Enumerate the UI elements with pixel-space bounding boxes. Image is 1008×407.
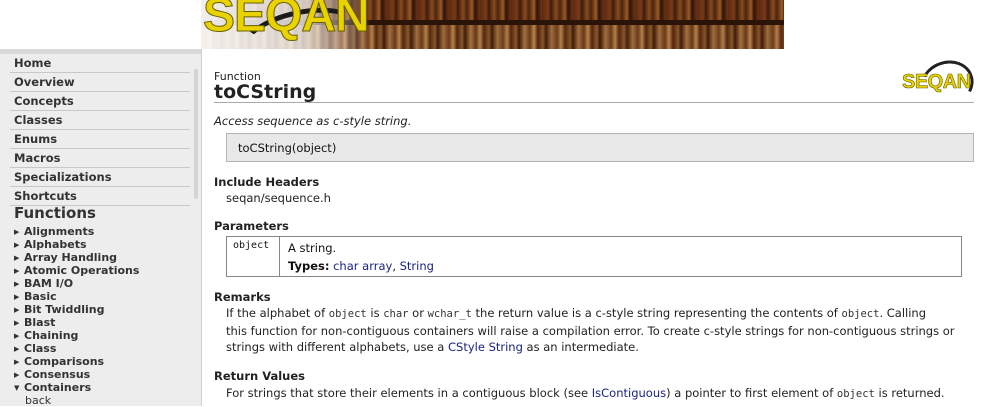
function-link-label: back bbox=[25, 394, 52, 407]
remarks-line: strings with different alphabets, use a … bbox=[226, 339, 966, 356]
include-header-value: seqan/sequence.h bbox=[226, 191, 331, 205]
function-group-item[interactable]: ▶ Atomic Operations bbox=[14, 264, 194, 277]
function-group-label: Chaining bbox=[24, 329, 79, 342]
function-group-label: Array Handling bbox=[24, 251, 118, 264]
functions-heading: Functions bbox=[14, 204, 96, 222]
remarks-heading: Remarks bbox=[214, 290, 271, 304]
include-headers-heading: Include Headers bbox=[214, 175, 320, 189]
sidebar-item-concepts[interactable]: Concepts bbox=[10, 92, 190, 111]
text-run: as an intermediate. bbox=[522, 340, 639, 354]
collapse-triangle-icon[interactable]: ▼ bbox=[14, 382, 24, 395]
sidebar-nav: Home Overview Concepts Classes Enums Mac… bbox=[10, 54, 190, 206]
sidebar-item-specializations[interactable]: Specializations bbox=[10, 168, 190, 187]
seqan-small-logo-text: SEQAN bbox=[902, 71, 972, 94]
function-group-label: Bit Twiddling bbox=[24, 303, 105, 316]
type-link-char-array[interactable]: char array bbox=[333, 259, 392, 273]
sidebar-scrollbar[interactable] bbox=[194, 69, 198, 199]
function-group-label: Class bbox=[24, 342, 57, 355]
iscontiguous-link[interactable]: IsContiguous bbox=[592, 386, 666, 400]
function-group-item[interactable]: ▶ Chaining bbox=[14, 329, 194, 342]
param-types-label: Types: bbox=[288, 259, 330, 273]
summary-text: Access sequence as c-style string. bbox=[214, 114, 412, 128]
text-run: ) a pointer to first element of bbox=[666, 386, 837, 400]
code-object: object bbox=[841, 308, 880, 320]
code-wchar: wchar_t bbox=[427, 308, 472, 320]
function-group-label: Consensus bbox=[24, 368, 91, 381]
seqan-logo[interactable]: SEQAN bbox=[203, 0, 371, 43]
text-run: strings with different alphabets, use a bbox=[226, 340, 448, 354]
function-group-item[interactable]: ▶ Alphabets bbox=[14, 238, 194, 251]
function-group-label: Alignments bbox=[24, 225, 95, 238]
function-group-item[interactable]: ▶ Class bbox=[14, 342, 194, 355]
function-group-label: Basic bbox=[24, 290, 57, 303]
sidebar-item-home[interactable]: Home bbox=[10, 54, 190, 73]
code-object: object bbox=[328, 308, 367, 320]
function-group-item[interactable]: ▶ Basic bbox=[14, 290, 194, 303]
function-group-item[interactable]: ▶ BAM I/O bbox=[14, 277, 194, 290]
function-group-label: Blast bbox=[24, 316, 56, 329]
function-group-item[interactable]: ▶ Consensus bbox=[14, 368, 194, 381]
function-group-label: Comparisons bbox=[24, 355, 105, 368]
function-group-item[interactable]: ▶ Comparisons bbox=[14, 355, 194, 368]
type-separator: , bbox=[392, 259, 396, 273]
return-values-heading: Return Values bbox=[214, 369, 306, 383]
signature-box: toCString(object) bbox=[226, 133, 974, 162]
function-link[interactable]: back bbox=[14, 394, 194, 407]
param-types: Types: char array, String bbox=[288, 259, 434, 273]
code-object: object bbox=[836, 388, 875, 400]
remarks-line: If the alphabet of object is char or wch… bbox=[226, 305, 966, 323]
function-group-item[interactable]: ▶ Bit Twiddling bbox=[14, 303, 194, 316]
text-run: is returned. bbox=[874, 386, 945, 400]
sidebar-item-macros[interactable]: Macros bbox=[10, 149, 190, 168]
function-group-item[interactable]: ▶ Alignments bbox=[14, 225, 194, 238]
sidebar-item-enums[interactable]: Enums bbox=[10, 130, 190, 149]
page-title: toCString bbox=[214, 81, 317, 103]
text-run: is bbox=[366, 306, 384, 320]
function-group-label: Containers bbox=[24, 381, 92, 394]
cstyle-string-link[interactable]: CStyle String bbox=[448, 340, 523, 354]
text-run: the return value is a c-style string rep… bbox=[471, 306, 842, 320]
return-values-text: For strings that store their elements in… bbox=[226, 385, 966, 403]
function-group-item[interactable]: ▶ Blast bbox=[14, 316, 194, 329]
functions-list: ▶ Alignments ▶ Alphabets ▶ Array Handling ▶… bbox=[14, 225, 194, 407]
header-banner: SEQAN bbox=[201, 0, 784, 49]
sidebar-item-overview[interactable]: Overview bbox=[10, 73, 190, 92]
type-link-string[interactable]: String bbox=[400, 259, 434, 273]
text-run: or bbox=[408, 306, 428, 320]
code-char: char bbox=[383, 308, 409, 320]
sidebar: Home Overview Concepts Classes Enums Mac… bbox=[0, 49, 202, 407]
remarks-text: If the alphabet of object is char or wch… bbox=[226, 305, 966, 356]
parameters-heading: Parameters bbox=[214, 219, 289, 233]
function-group-label: BAM I/O bbox=[24, 277, 74, 290]
function-group-item-expanded[interactable]: ▼ Containers bbox=[14, 381, 194, 394]
function-group-item[interactable]: ▶ Array Handling bbox=[14, 251, 194, 264]
seqan-small-logo[interactable]: SEQAN bbox=[902, 53, 981, 115]
text-run: . Calling bbox=[879, 306, 926, 320]
param-description: A string. bbox=[288, 241, 337, 255]
sidebar-item-classes[interactable]: Classes bbox=[10, 111, 190, 130]
title-divider bbox=[214, 102, 974, 103]
text-run: If the alphabet of bbox=[226, 306, 329, 320]
function-group-label: Alphabets bbox=[24, 238, 87, 251]
parameters-table: object A string. Types: char array, Stri… bbox=[226, 236, 962, 277]
param-name: object bbox=[227, 237, 280, 276]
remarks-line: this function for non-contiguous contain… bbox=[226, 323, 955, 338]
function-group-label: Atomic Operations bbox=[24, 264, 140, 277]
text-run: For strings that store their elements in… bbox=[226, 386, 592, 400]
